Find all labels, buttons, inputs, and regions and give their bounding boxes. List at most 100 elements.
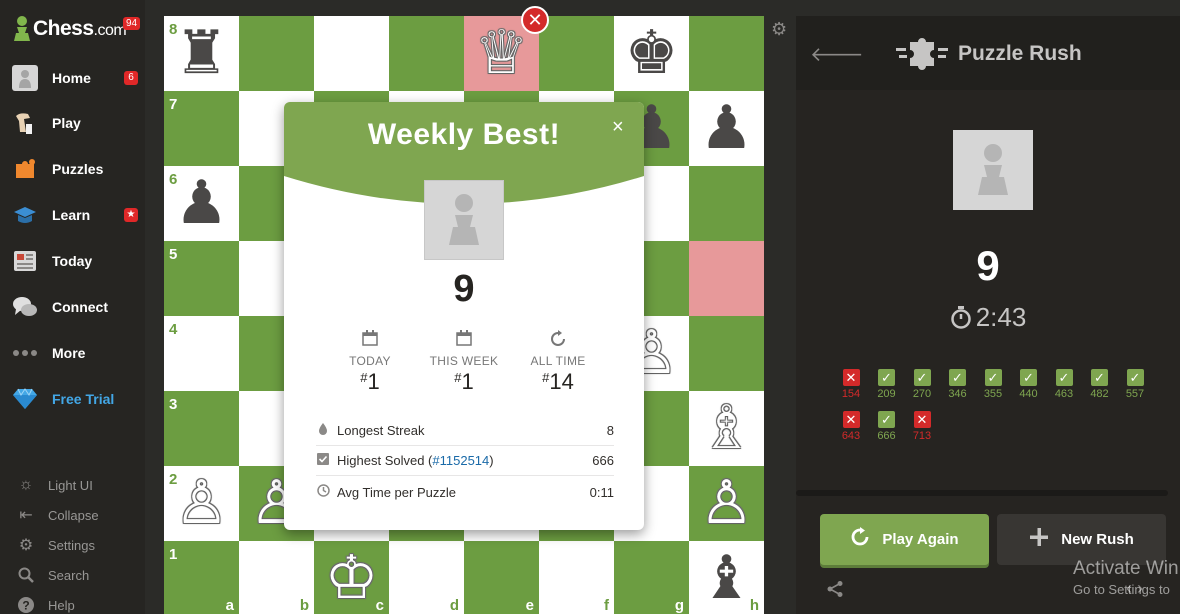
puzzle-rating: 209 bbox=[877, 388, 896, 400]
puzzle-rating: 666 bbox=[877, 430, 896, 442]
play-again-button[interactable]: Play Again bbox=[820, 514, 989, 565]
sidebar-item-label: Play bbox=[52, 115, 81, 131]
white-pawn-piece[interactable]: ♙ bbox=[689, 466, 764, 541]
black-pawn-piece[interactable]: ♟ bbox=[164, 166, 239, 241]
board-settings-gear-icon[interactable]: ⚙ bbox=[771, 19, 787, 40]
puzzle-result[interactable]: ✓ 209 bbox=[873, 369, 901, 400]
cross-icon: ✕ bbox=[842, 411, 860, 428]
pawn-logo-icon bbox=[14, 16, 30, 41]
stat-this-week: THIS WEEK #1 bbox=[414, 330, 514, 395]
sidebar: Chess.com 94 Home 6 Play Puzzles Learn ★… bbox=[0, 0, 145, 614]
puzzle-result[interactable]: ✓ 666 bbox=[873, 411, 901, 442]
rush-score: 9 bbox=[976, 242, 1000, 289]
modal-title: Weekly Best! bbox=[367, 118, 561, 151]
file-label: d bbox=[449, 597, 459, 614]
board-square[interactable]: 1a bbox=[164, 541, 239, 614]
board-square[interactable] bbox=[689, 316, 764, 391]
sidebar-item-label: Free Trial bbox=[52, 391, 115, 407]
board-square[interactable] bbox=[539, 16, 614, 91]
puzzle-result[interactable]: ✓ 463 bbox=[1050, 369, 1078, 400]
light-ui-toggle[interactable]: ☼ Light UI bbox=[0, 471, 145, 499]
black-pawn-piece[interactable]: ♟ bbox=[689, 91, 764, 166]
puzzle-result[interactable]: ✓ 270 bbox=[908, 369, 936, 400]
check-icon: ✓ bbox=[913, 369, 931, 386]
modal-close-icon[interactable]: × bbox=[612, 116, 624, 139]
settings-button[interactable]: ⚙ Settings bbox=[0, 531, 145, 559]
board-square[interactable]: d bbox=[389, 541, 464, 614]
gear-icon: ⚙ bbox=[18, 537, 34, 554]
board-square[interactable]: 7 bbox=[164, 91, 239, 166]
puzzle-result[interactable]: ✓ 346 bbox=[944, 369, 972, 400]
stat-rank: #1 bbox=[454, 369, 474, 394]
home-badge: 6 bbox=[124, 71, 138, 85]
puzzle-rush-icon bbox=[896, 38, 948, 70]
horizontal-scrollbar[interactable] bbox=[796, 490, 1168, 496]
home-avatar-icon bbox=[12, 65, 38, 91]
white-pawn-piece[interactable]: ♙ bbox=[164, 466, 239, 541]
board-square[interactable] bbox=[689, 166, 764, 241]
puzzle-rating: 463 bbox=[1054, 388, 1074, 400]
puzzle-rating: 270 bbox=[912, 388, 932, 400]
weekly-best-modal: Weekly Best! × 9 TODAY #1 THIS WEEK #1 A… bbox=[284, 102, 644, 530]
board-square[interactable] bbox=[314, 16, 389, 91]
sidebar-item-home[interactable]: Home 6 bbox=[0, 58, 145, 98]
white-king-piece[interactable]: ♔ bbox=[314, 541, 389, 614]
board-square[interactable] bbox=[689, 241, 764, 316]
board-square[interactable]: f bbox=[539, 541, 614, 614]
puzzle-result[interactable]: ✓ 482 bbox=[1086, 369, 1114, 400]
puzzle-result[interactable]: ✓ 440 bbox=[1015, 369, 1043, 400]
sidebar-item-learn[interactable]: Learn ★ bbox=[0, 195, 145, 235]
share-icon[interactable] bbox=[826, 580, 844, 603]
back-arrow-icon[interactable]: 🡐 bbox=[810, 42, 864, 67]
board-square[interactable]: 3 bbox=[164, 391, 239, 466]
board-square[interactable]: 5 bbox=[164, 241, 239, 316]
help-icon: ? bbox=[16, 595, 36, 614]
search-label: Search bbox=[48, 567, 90, 583]
puzzle-link[interactable]: #1152514 bbox=[432, 453, 489, 468]
board-square[interactable]: 4 bbox=[164, 316, 239, 391]
sidebar-item-connect[interactable]: Connect bbox=[0, 287, 145, 327]
puzzle-result[interactable]: ✕ 713 bbox=[908, 411, 936, 442]
sidebar-item-today[interactable]: Today bbox=[0, 241, 145, 281]
search-button[interactable]: Search bbox=[0, 561, 145, 589]
learn-badge: ★ bbox=[124, 208, 138, 222]
black-rook-piece[interactable]: ♜ bbox=[164, 16, 239, 91]
board-square[interactable] bbox=[239, 16, 314, 91]
sidebar-item-free-trial[interactable]: Free Trial bbox=[0, 379, 145, 419]
board-square[interactable] bbox=[389, 16, 464, 91]
board-square[interactable] bbox=[689, 16, 764, 91]
row-value: 666 bbox=[592, 453, 614, 468]
board-square[interactable]: g bbox=[614, 541, 689, 614]
calendar-icon bbox=[414, 330, 514, 350]
help-button[interactable]: ? Help bbox=[0, 591, 145, 614]
sidebar-item-more[interactable]: More bbox=[0, 333, 145, 373]
black-bishop-piece[interactable]: ♝ bbox=[689, 541, 764, 614]
stat-rank: #14 bbox=[542, 369, 574, 394]
rank-label: 7 bbox=[169, 96, 178, 113]
row-label: Longest Streak bbox=[337, 423, 425, 438]
cross-icon: ✕ bbox=[913, 411, 931, 428]
puzzle-result[interactable]: ✕ 643 bbox=[837, 411, 865, 442]
black-king-piece[interactable]: ♚ bbox=[614, 16, 689, 91]
board-square[interactable]: e bbox=[464, 541, 539, 614]
sidebar-item-label: More bbox=[52, 345, 86, 361]
puzzle-rating: 355 bbox=[983, 388, 1003, 400]
puzzle-rating: 154 bbox=[841, 388, 861, 400]
sidebar-item-play[interactable]: Play bbox=[0, 103, 145, 143]
puzzle-rating: 346 bbox=[948, 388, 967, 400]
collapse-arrow-icon: ⇤ bbox=[19, 507, 33, 524]
puzzle-rating: 713 bbox=[912, 430, 932, 442]
new-rush-label: New Rush bbox=[1061, 531, 1134, 548]
watermark-line2: Go to Settings to bbox=[1073, 582, 1170, 597]
board-square[interactable]: b bbox=[239, 541, 314, 614]
file-label: g bbox=[674, 597, 684, 614]
newspaper-icon bbox=[12, 248, 38, 274]
puzzle-result[interactable]: ✓ 355 bbox=[979, 369, 1007, 400]
collapse-button[interactable]: ⇤ Collapse bbox=[0, 501, 145, 529]
sidebar-item-puzzles[interactable]: Puzzles bbox=[0, 149, 145, 189]
chess-logo[interactable]: Chess.com bbox=[12, 12, 127, 46]
puzzle-result[interactable]: ✓ 557 bbox=[1121, 369, 1149, 400]
puzzle-result[interactable]: ✕ 154 bbox=[837, 369, 865, 400]
file-label: a bbox=[225, 597, 234, 614]
white-bishop-piece[interactable]: ♗ bbox=[689, 391, 764, 466]
